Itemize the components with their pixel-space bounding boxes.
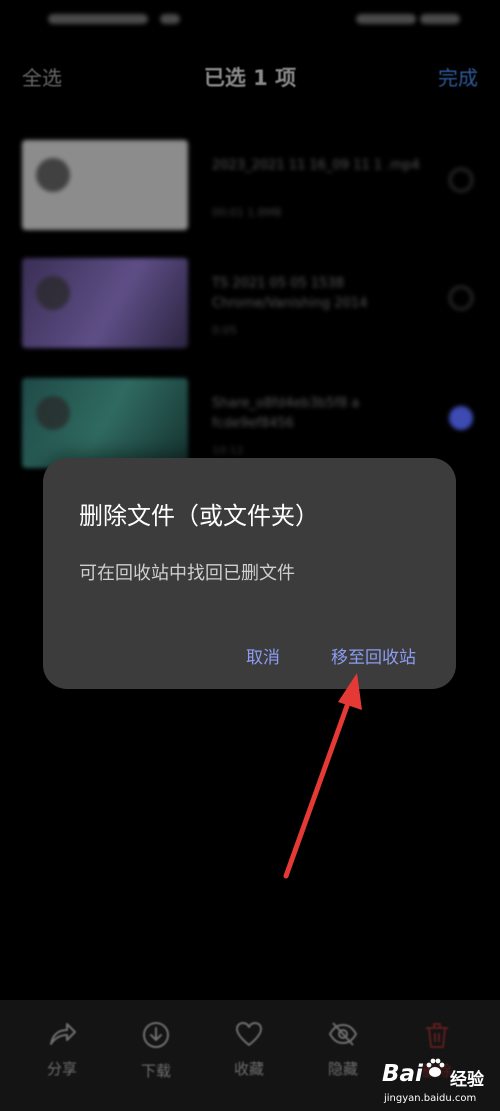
- page-title: 已选 1 项: [203, 66, 297, 90]
- heart-icon: [236, 1022, 262, 1046]
- video-thumbnail: [22, 258, 188, 348]
- file-meta: 0:05: [212, 324, 237, 337]
- select-checkbox[interactable]: [449, 286, 473, 310]
- play-icon: [36, 276, 70, 310]
- download-icon: [143, 1022, 169, 1048]
- trash-icon: [426, 1023, 448, 1048]
- watermark-text: 经验: [450, 1070, 484, 1090]
- share-button[interactable]: 分享: [27, 1020, 97, 1079]
- file-meta: 00:01 1.8MB: [212, 206, 282, 219]
- share-label: 分享: [46, 1060, 77, 1078]
- watermark-url: jingyan.baidu.com: [384, 1093, 477, 1104]
- select-checkbox-checked[interactable]: [449, 406, 473, 430]
- play-icon: [36, 158, 70, 192]
- selection-header: 全选 已选 1 项 完成: [0, 50, 500, 102]
- play-icon: [36, 396, 70, 430]
- video-thumbnail: [22, 140, 188, 230]
- download-label: 下载: [140, 1062, 171, 1080]
- hide-button[interactable]: 隐藏: [308, 1020, 378, 1079]
- dialog-message: 可在回收站中找回已删文件: [79, 563, 295, 584]
- file-row[interactable]: TS 2021 05 05 1538 Chrome/Vanishing 2014…: [0, 258, 500, 353]
- hide-label: 隐藏: [327, 1060, 358, 1078]
- download-button[interactable]: 下载: [121, 1020, 191, 1081]
- file-row[interactable]: 2023_2021 11 16_09 11 1 .mp4 00:01 1.8MB: [0, 140, 500, 235]
- status-bar: [0, 0, 500, 40]
- video-thumbnail: [22, 378, 188, 468]
- select-checkbox[interactable]: [449, 168, 473, 192]
- file-name: 2023_2021 11 16_09 11 1 .mp4: [212, 158, 420, 173]
- delete-dialog: 删除文件（或文件夹） 可在回收站中找回已删文件 取消 移至回收站: [43, 458, 456, 689]
- watermark-logo: Bai: [382, 1061, 423, 1087]
- eye-off-icon: [328, 1022, 358, 1046]
- favorite-label: 收藏: [233, 1060, 264, 1078]
- move-to-trash-button[interactable]: 移至回收站: [331, 643, 416, 668]
- done-button[interactable]: 完成: [438, 62, 478, 91]
- file-name: Share_o8fd4eb3b5f8 a fcde9ef8456: [212, 396, 360, 431]
- cancel-button[interactable]: 取消: [246, 643, 280, 668]
- paw-icon: [426, 1058, 445, 1077]
- share-icon: [50, 1023, 76, 1045]
- dialog-title: 删除文件（或文件夹）: [79, 502, 319, 530]
- file-name: TS 2021 05 05 1538 Chrome/Vanishing 2014: [212, 276, 368, 311]
- favorite-button[interactable]: 收藏: [214, 1020, 284, 1079]
- baidu-watermark: Bai 经验 jingyan.baidu.com: [378, 1055, 498, 1111]
- file-meta: 10:12: [212, 444, 244, 457]
